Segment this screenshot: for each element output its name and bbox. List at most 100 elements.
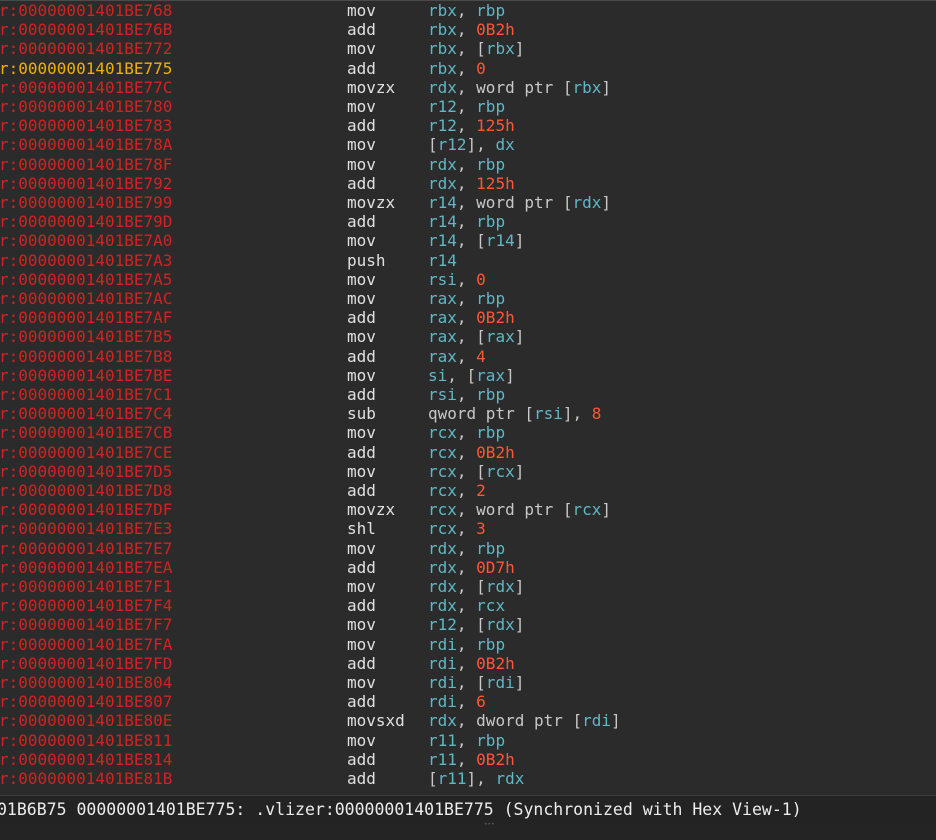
operand-register[interactable]: rbp — [476, 385, 505, 404]
instruction-operands[interactable]: rbx, [rbx] — [428, 39, 524, 58]
instruction-address[interactable]: r:00000001401BE7D5 — [0, 462, 172, 481]
instruction-row[interactable]: r:00000001401BE772 mov rbx, [rbx] — [0, 39, 936, 58]
instruction-address[interactable]: r:00000001401BE799 — [0, 193, 172, 212]
instruction-operands[interactable]: r11, rbp — [428, 731, 505, 750]
instruction-operands[interactable]: rdx, dword ptr [rdi] — [428, 711, 621, 730]
instruction-address[interactable]: r:00000001401BE7AF — [0, 308, 172, 327]
operand-immediate[interactable]: 0B2h — [476, 654, 515, 673]
instruction-mnemonic[interactable]: mov — [347, 462, 376, 481]
operand-immediate[interactable]: 4 — [476, 347, 486, 366]
instruction-operands[interactable]: r12, [rdx] — [428, 615, 524, 634]
instruction-operands[interactable]: rax, 4 — [428, 347, 486, 366]
instruction-operands[interactable]: rsi, 0 — [428, 270, 486, 289]
instruction-row[interactable]: r:00000001401BE7E7 mov rdx, rbp — [0, 539, 936, 558]
operand-immediate[interactable]: 8 — [592, 404, 602, 423]
instruction-row[interactable]: r:00000001401BE7FA mov rdi, rbp — [0, 635, 936, 654]
operand-register[interactable]: rbp — [476, 212, 505, 231]
instruction-address[interactable]: r:00000001401BE775 — [0, 59, 172, 78]
instruction-address[interactable]: r:00000001401BE78F — [0, 155, 172, 174]
operand-register[interactable]: rdi — [428, 692, 457, 711]
instruction-mnemonic[interactable]: add — [347, 558, 376, 577]
instruction-address[interactable]: r:00000001401BE7A3 — [0, 251, 172, 270]
operand-register[interactable]: r14 — [486, 231, 515, 250]
instruction-operands[interactable]: rax, 0B2h — [428, 308, 515, 327]
operand-register[interactable]: rbp — [476, 539, 505, 558]
instruction-address[interactable]: r:00000001401BE79D — [0, 212, 172, 231]
instruction-operands[interactable]: rdx, 0D7h — [428, 558, 515, 577]
splitter-grip-icon[interactable]: ••• — [484, 822, 495, 828]
instruction-address[interactable]: r:00000001401BE792 — [0, 174, 172, 193]
operand-register[interactable]: r14 — [428, 251, 457, 270]
operand-register[interactable]: r11 — [438, 769, 467, 788]
instruction-mnemonic[interactable]: mov — [347, 731, 376, 750]
operand-register[interactable]: rcx — [428, 500, 457, 519]
instruction-operands[interactable]: r14 — [428, 251, 457, 270]
operand-register[interactable]: rdx — [428, 711, 457, 730]
instruction-address[interactable]: r:00000001401BE7CE — [0, 443, 172, 462]
instruction-row[interactable]: r:00000001401BE7AF add rax, 0B2h — [0, 308, 936, 327]
operand-immediate[interactable]: 0B2h — [476, 750, 515, 769]
instruction-mnemonic[interactable]: add — [347, 20, 376, 39]
operand-register[interactable]: rbp — [476, 423, 505, 442]
instruction-operands[interactable]: rsi, rbp — [428, 385, 505, 404]
operand-register[interactable]: si — [428, 366, 447, 385]
operand-register[interactable]: rcx — [573, 500, 602, 519]
operand-register[interactable]: rax — [428, 289, 457, 308]
operand-register[interactable]: rsi — [534, 404, 563, 423]
operand-register[interactable]: rcx — [428, 519, 457, 538]
operand-register[interactable]: rdx — [486, 615, 515, 634]
operand-immediate[interactable]: 0 — [476, 270, 486, 289]
operand-immediate[interactable]: 0B2h — [476, 308, 515, 327]
operand-register[interactable]: r11 — [428, 731, 457, 750]
instruction-mnemonic[interactable]: movsxd — [347, 711, 405, 730]
operand-register[interactable]: rdx — [428, 577, 457, 596]
instruction-operands[interactable]: rdi, 0B2h — [428, 654, 515, 673]
instruction-mnemonic[interactable]: mov — [347, 327, 376, 346]
operand-register[interactable]: rbp — [476, 1, 505, 20]
instruction-mnemonic[interactable]: mov — [347, 1, 376, 20]
operand-register[interactable]: r12 — [428, 97, 457, 116]
operand-register[interactable]: rbp — [476, 97, 505, 116]
instruction-mnemonic[interactable]: movzx — [347, 193, 395, 212]
operand-register[interactable]: r11 — [428, 750, 457, 769]
instruction-row[interactable]: r:00000001401BE77C movzx rdx, word ptr [rb… — [0, 78, 936, 97]
instruction-address[interactable]: r:00000001401BE7A0 — [0, 231, 172, 250]
instruction-row[interactable]: r:00000001401BE7B5 mov rax, [rax] — [0, 327, 936, 346]
instruction-mnemonic[interactable]: add — [347, 347, 376, 366]
instruction-mnemonic[interactable]: add — [347, 750, 376, 769]
instruction-operands[interactable]: rbx, 0B2h — [428, 20, 515, 39]
instruction-address[interactable]: r:00000001401BE7C4 — [0, 404, 172, 423]
instruction-operands[interactable]: rdx, word ptr [rbx] — [428, 78, 611, 97]
operand-register[interactable]: rax — [476, 366, 505, 385]
instruction-address[interactable]: r:00000001401BE7B8 — [0, 347, 172, 366]
instruction-row[interactable]: r:00000001401BE7CE add rcx, 0B2h — [0, 443, 936, 462]
instruction-mnemonic[interactable]: add — [347, 481, 376, 500]
instruction-address[interactable]: r:00000001401BE783 — [0, 116, 172, 135]
instruction-mnemonic[interactable]: mov — [347, 539, 376, 558]
instruction-mnemonic[interactable]: add — [347, 308, 376, 327]
instruction-row[interactable]: r:00000001401BE814 add r11, 0B2h — [0, 750, 936, 769]
operand-register[interactable]: rbp — [476, 731, 505, 750]
instruction-address[interactable]: r:00000001401BE7E7 — [0, 539, 172, 558]
instruction-mnemonic[interactable]: shl — [347, 519, 376, 538]
instruction-mnemonic[interactable]: mov — [347, 615, 376, 634]
instruction-operands[interactable]: rcx, word ptr [rcx] — [428, 500, 611, 519]
operand-register[interactable]: rsi — [428, 385, 457, 404]
operand-register[interactable]: rbx — [573, 78, 602, 97]
instruction-address[interactable]: r:00000001401BE81B — [0, 769, 172, 788]
instruction-mnemonic[interactable]: mov — [347, 673, 376, 692]
instruction-operands[interactable]: rcx, 0B2h — [428, 443, 515, 462]
instruction-row[interactable]: r:00000001401BE7F4 add rdx, rcx — [0, 596, 936, 615]
operand-register[interactable]: rcx — [486, 462, 515, 481]
operand-immediate[interactable]: 0B2h — [476, 443, 515, 462]
operand-register[interactable]: rdx — [428, 174, 457, 193]
instruction-address[interactable]: r:00000001401BE7F4 — [0, 596, 172, 615]
operand-register[interactable]: rcx — [428, 443, 457, 462]
instruction-row[interactable]: r:00000001401BE78A mov [r12], dx — [0, 135, 936, 154]
instruction-row[interactable]: r:00000001401BE7BE mov si, [rax] — [0, 366, 936, 385]
operand-register[interactable]: rbx — [428, 59, 457, 78]
instruction-mnemonic[interactable]: mov — [347, 155, 376, 174]
instruction-address[interactable]: r:00000001401BE814 — [0, 750, 172, 769]
instruction-mnemonic[interactable]: add — [347, 443, 376, 462]
instruction-operands[interactable]: si, [rax] — [428, 366, 515, 385]
